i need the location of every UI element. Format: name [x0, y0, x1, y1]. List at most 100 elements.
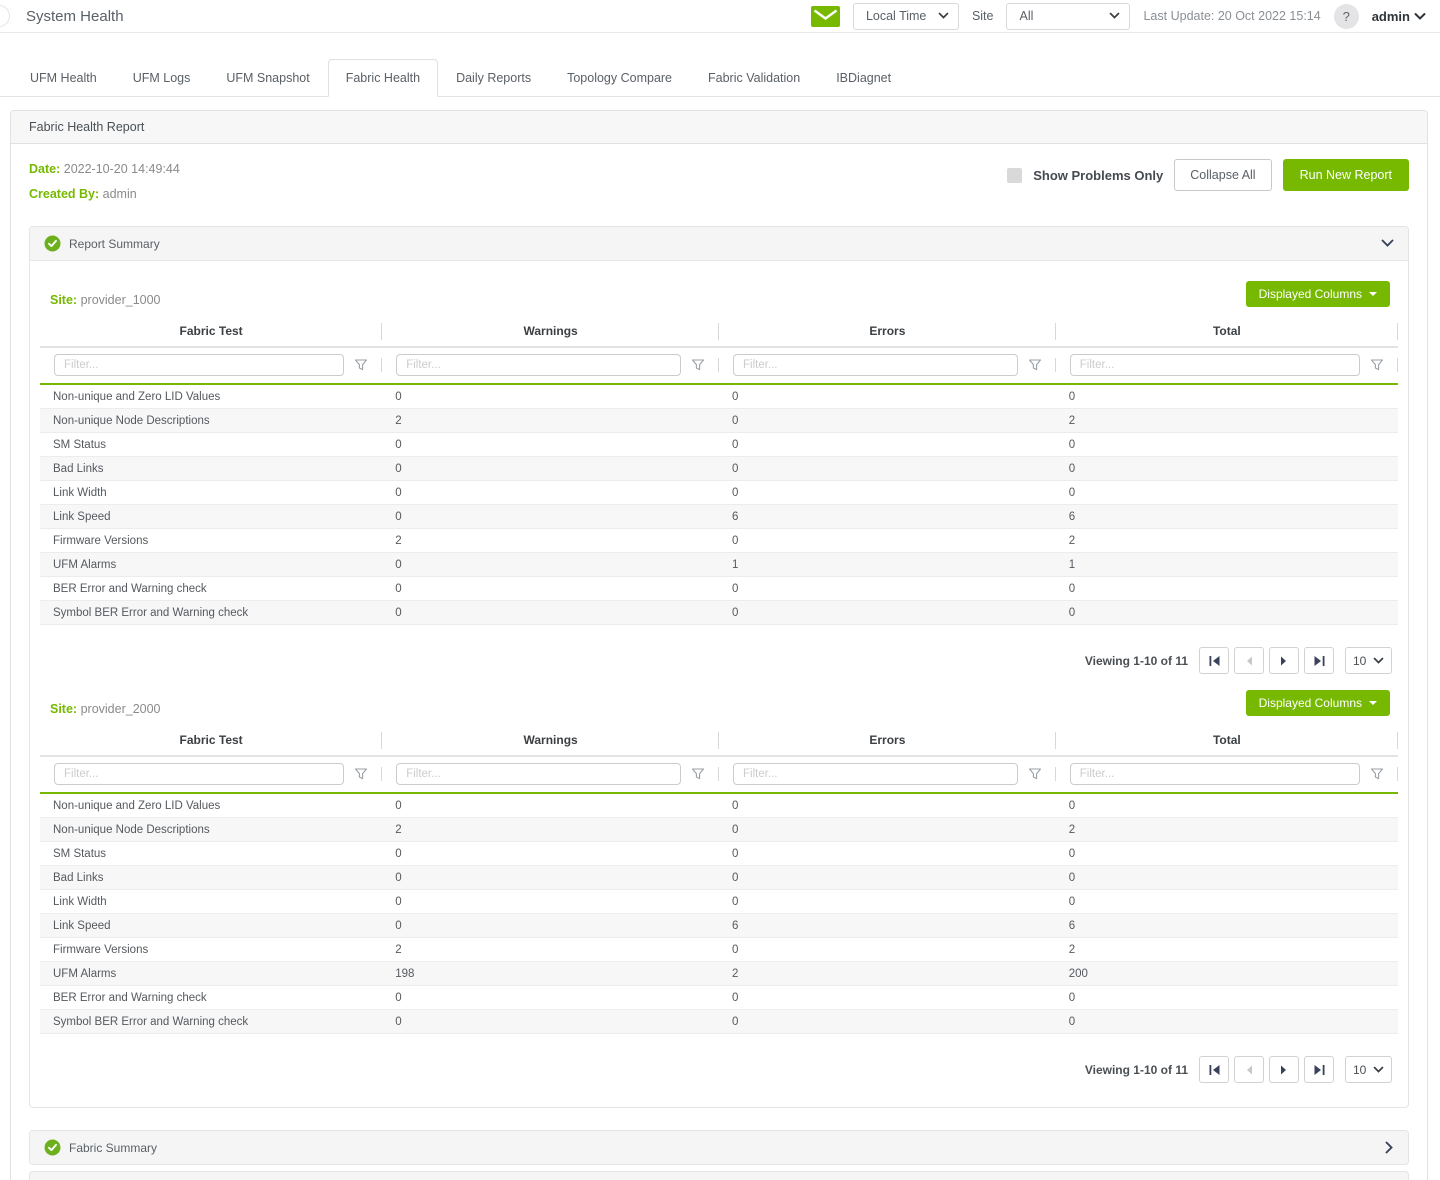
column-header-total[interactable]: Total	[1056, 317, 1398, 346]
timezone-select[interactable]: Local Time	[853, 3, 959, 30]
filter-funnel-icon[interactable]	[354, 768, 368, 780]
site-name: provider_2000	[81, 702, 161, 716]
table-row[interactable]: BER Error and Warning check000	[40, 986, 1398, 1010]
report-summary-header[interactable]: Report Summary	[30, 227, 1408, 261]
table-row[interactable]: Link Width000	[40, 481, 1398, 505]
filter-input[interactable]	[1070, 354, 1360, 376]
table-cell: Bad Links	[40, 872, 382, 884]
tab-topology-compare[interactable]: Topology Compare	[549, 59, 690, 97]
column-header-warnings[interactable]: Warnings	[382, 317, 719, 346]
tab-ufm-health[interactable]: UFM Health	[12, 59, 115, 97]
table-cell: 0	[719, 415, 1056, 427]
filter-funnel-icon[interactable]	[1028, 768, 1042, 780]
show-problems-checkbox[interactable]	[1007, 168, 1022, 183]
table-row[interactable]: Non-unique and Zero LID Values000	[40, 385, 1398, 409]
column-header-fabric-test[interactable]: Fabric Test	[40, 317, 382, 346]
table-cell: 0	[382, 439, 719, 451]
filter-input[interactable]	[733, 763, 1018, 785]
column-header-errors[interactable]: Errors	[719, 317, 1056, 346]
user-menu[interactable]: admin	[1372, 9, 1426, 24]
viewing-text: Viewing 1-10 of 11	[1085, 1063, 1188, 1077]
help-button[interactable]: ?	[1334, 4, 1359, 29]
filter-funnel-icon[interactable]	[354, 359, 368, 371]
column-header-fabric-test[interactable]: Fabric Test	[40, 726, 382, 755]
table-cell: 2	[1056, 535, 1398, 547]
table-cell: BER Error and Warning check	[40, 992, 382, 1004]
column-header-warnings[interactable]: Warnings	[382, 726, 719, 755]
page-size-select[interactable]: 10	[1345, 1056, 1392, 1083]
first-page-icon	[1208, 655, 1221, 667]
table-row[interactable]: Link Speed066	[40, 505, 1398, 529]
site-select[interactable]: All	[1006, 3, 1130, 30]
filter-funnel-icon[interactable]	[691, 768, 705, 780]
filter-funnel-icon[interactable]	[1028, 359, 1042, 371]
filter-input[interactable]	[396, 763, 681, 785]
table-row[interactable]: Firmware Versions202	[40, 938, 1398, 962]
displayed-columns-button[interactable]: Displayed Columns	[1246, 281, 1390, 307]
table-cell: 0	[382, 896, 719, 908]
column-header-total[interactable]: Total	[1056, 726, 1398, 755]
filter-input[interactable]	[733, 354, 1018, 376]
tab-ufm-snapshot[interactable]: UFM Snapshot	[208, 59, 327, 97]
displayed-columns-button[interactable]: Displayed Columns	[1246, 690, 1390, 716]
tab-fabric-health[interactable]: Fabric Health	[328, 59, 438, 97]
filter-input[interactable]	[1070, 763, 1360, 785]
table-row[interactable]: Link Speed066	[40, 914, 1398, 938]
filter-funnel-icon[interactable]	[1370, 768, 1384, 780]
filter-input[interactable]	[54, 763, 344, 785]
table-row[interactable]: BER Error and Warning check000	[40, 577, 1398, 601]
page-size-select[interactable]: 10	[1345, 647, 1392, 674]
table-row[interactable]: Symbol BER Error and Warning check000	[40, 601, 1398, 625]
collapsed-section-peek[interactable]	[29, 1171, 1409, 1180]
table-cell: UFM Alarms	[40, 968, 382, 980]
chevron-right-icon[interactable]	[1385, 1141, 1394, 1154]
next-page-button[interactable]	[1269, 647, 1299, 674]
chevron-down-icon[interactable]	[1381, 239, 1394, 248]
table-cell: Non-unique Node Descriptions	[40, 824, 382, 836]
prev-page-button[interactable]	[1234, 647, 1264, 674]
run-new-report-button[interactable]: Run New Report	[1283, 159, 1409, 191]
last-page-button[interactable]	[1304, 647, 1334, 674]
table-cell: 0	[382, 992, 719, 1004]
filter-funnel-icon[interactable]	[691, 359, 705, 371]
caret-down-icon	[1369, 292, 1377, 296]
table-cell: 0	[719, 487, 1056, 499]
table-row[interactable]: Firmware Versions202	[40, 529, 1398, 553]
next-page-button[interactable]	[1269, 1056, 1299, 1083]
table-row[interactable]: UFM Alarms1982200	[40, 962, 1398, 986]
table-cell: 1	[719, 559, 1056, 571]
table-row[interactable]: Bad Links000	[40, 457, 1398, 481]
tab-daily-reports[interactable]: Daily Reports	[438, 59, 549, 97]
tab-fabric-validation[interactable]: Fabric Validation	[690, 59, 818, 97]
user-name: admin	[1372, 9, 1410, 24]
fabric-summary-header[interactable]: Fabric Summary	[30, 1131, 1408, 1164]
sidebar-toggle[interactable]	[0, 5, 10, 27]
table-row[interactable]: SM Status000	[40, 842, 1398, 866]
page-title: System Health	[26, 8, 124, 25]
table-row[interactable]: Non-unique Node Descriptions202	[40, 409, 1398, 433]
collapse-all-button[interactable]: Collapse All	[1174, 159, 1271, 191]
filter-input[interactable]	[396, 354, 681, 376]
table-cell: 0	[719, 896, 1056, 908]
column-header-errors[interactable]: Errors	[719, 726, 1056, 755]
first-page-button[interactable]	[1199, 647, 1229, 674]
filter-input[interactable]	[54, 354, 344, 376]
table-row[interactable]: SM Status000	[40, 433, 1398, 457]
table-row[interactable]: Bad Links000	[40, 866, 1398, 890]
tab-ibdiagnet[interactable]: IBDiagnet	[818, 59, 909, 97]
table-row[interactable]: Non-unique and Zero LID Values000	[40, 794, 1398, 818]
fabric-test-table: Fabric TestWarningsErrorsTotal Non-uniqu…	[40, 726, 1398, 1034]
check-circle-icon	[44, 235, 61, 252]
last-page-button[interactable]	[1304, 1056, 1334, 1083]
table-cell: 0	[719, 848, 1056, 860]
filter-funnel-icon[interactable]	[1370, 359, 1384, 371]
table-cell: 0	[1056, 848, 1398, 860]
mail-icon[interactable]	[811, 6, 840, 27]
table-row[interactable]: Symbol BER Error and Warning check000	[40, 1010, 1398, 1034]
table-row[interactable]: UFM Alarms011	[40, 553, 1398, 577]
table-row[interactable]: Non-unique Node Descriptions202	[40, 818, 1398, 842]
prev-page-button[interactable]	[1234, 1056, 1264, 1083]
tab-ufm-logs[interactable]: UFM Logs	[115, 59, 209, 97]
table-row[interactable]: Link Width000	[40, 890, 1398, 914]
first-page-button[interactable]	[1199, 1056, 1229, 1083]
